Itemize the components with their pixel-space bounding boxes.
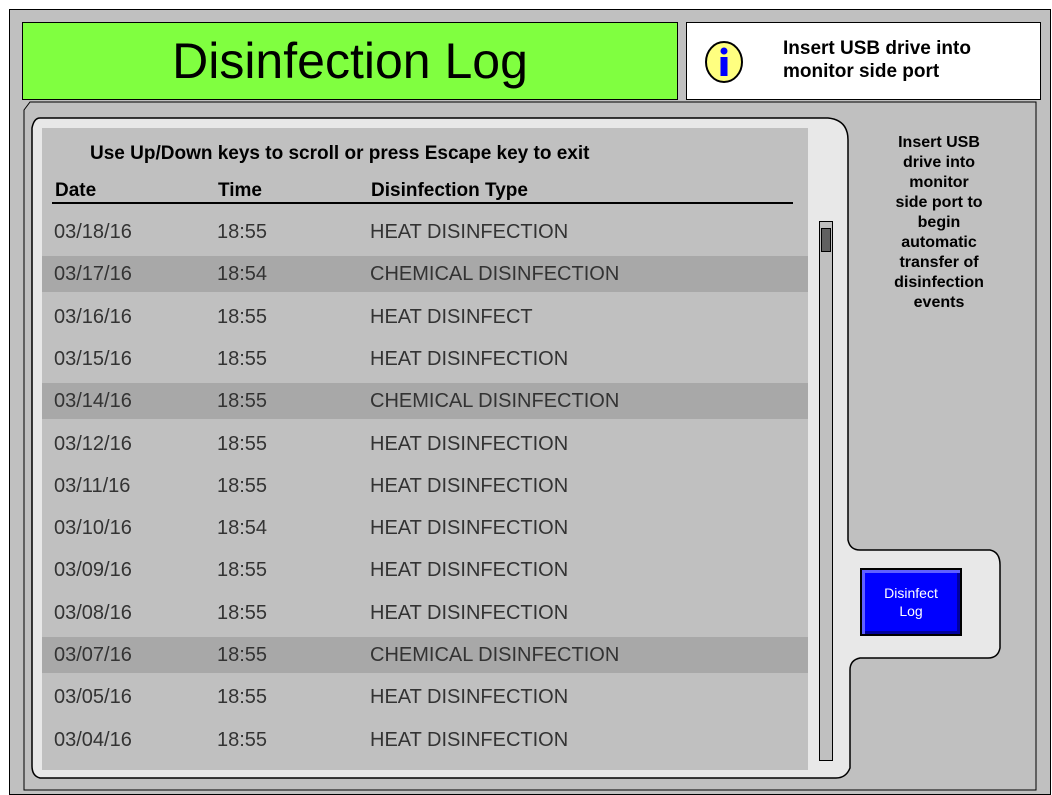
column-header-type: Disinfection Type <box>371 180 528 201</box>
log-time: 18:54 <box>217 517 268 540</box>
side-text-line: disinfection <box>894 274 984 291</box>
log-row: 03/11/16 18:55 HEAT DISINFECTION <box>42 468 808 504</box>
log-type: CHEMICAL DISINFECTION <box>370 390 620 413</box>
log-time: 18:54 <box>217 263 268 286</box>
log-date: 03/08/16 <box>54 601 132 624</box>
log-date: 03/07/16 <box>54 644 132 666</box>
log-type: HEAT DISINFECTION <box>370 517 569 540</box>
side-text-line: drive into <box>902 154 975 171</box>
side-text-line: begin <box>917 214 961 231</box>
log-type: HEAT DISINFECTION <box>370 686 569 709</box>
log-date: 03/04/16 <box>54 728 132 751</box>
log-type: HEAT DISINFECTION <box>370 432 569 455</box>
log-type: HEAT DISINFECTION <box>370 728 569 751</box>
log-type: CHEMICAL DISINFECTION <box>370 263 620 286</box>
log-time: 18:55 <box>217 221 268 243</box>
log-time: 18:55 <box>217 601 268 624</box>
log-date: 03/10/16 <box>54 517 132 540</box>
log-row: 03/10/16 18:54 HEAT DISINFECTION <box>42 510 808 546</box>
log-type: HEAT DISINFECTION <box>370 221 569 243</box>
log-row: 03/15/16 18:55 HEAT DISINFECTION <box>42 341 808 377</box>
log-date: 03/14/16 <box>54 390 132 413</box>
usb-transfer-instructions: Insert USB drive into monitor side port to b… <box>868 133 1010 313</box>
log-row: 03/17/16 18:54 CHEMICAL DISINFECTION <box>42 256 808 293</box>
disinfection-log-list[interactable]: Use Up/Down keys to scroll or press Esca… <box>42 128 808 770</box>
log-type: HEAT DISINFECTION <box>370 347 569 370</box>
instructions-text: Use Up/Down keys to scroll or press Esca… <box>90 143 590 164</box>
log-time: 18:55 <box>217 432 268 455</box>
scrollbar-track[interactable] <box>819 221 833 761</box>
log-type: CHEMICAL DISINFECTION <box>370 644 620 666</box>
log-row: 03/05/16 18:55 HEAT DISINFECTION <box>42 679 808 715</box>
log-row: 03/16/16 18:55 HEAT DISINFECT <box>42 299 808 335</box>
log-time: 18:55 <box>217 728 268 751</box>
log-type: HEAT DISINFECTION <box>370 474 569 497</box>
log-time: 18:55 <box>217 474 268 497</box>
log-row: 03/12/16 18:55 HEAT DISINFECTION <box>42 426 808 462</box>
log-time: 18:55 <box>217 305 268 328</box>
disinfect-log-button-label: Log <box>899 603 923 619</box>
log-date: 03/15/16 <box>54 347 132 370</box>
log-type: HEAT DISINFECTION <box>370 601 569 624</box>
log-date: 03/09/16 <box>54 559 132 582</box>
log-row: 03/07/16 18:55 CHEMICAL DISINFECTION <box>42 637 808 673</box>
log-row: 03/04/16 18:55 HEAT DISINFECTION <box>42 722 808 758</box>
scrollbar-thumb[interactable] <box>821 228 831 252</box>
column-header-time: Time <box>218 180 263 201</box>
log-time: 18:55 <box>217 390 268 413</box>
disinfect-log-button-label: Disinfect <box>884 585 938 601</box>
log-time: 18:55 <box>217 559 268 582</box>
log-type: HEAT DISINFECTION <box>370 559 569 582</box>
side-text-line: side port to <box>895 194 983 211</box>
log-date: 03/16/16 <box>54 305 132 328</box>
log-row: 03/08/16 18:55 HEAT DISINFECTION <box>42 595 808 631</box>
disinfect-log-button[interactable]: Disinfect Log <box>860 568 962 636</box>
log-date: 03/17/16 <box>54 263 132 286</box>
log-time: 18:55 <box>217 686 268 709</box>
column-header-date: Date <box>55 180 97 201</box>
side-text-line: automatic <box>901 234 977 251</box>
log-row: 03/18/16 18:55 HEAT DISINFECTION <box>42 214 808 250</box>
log-row: 03/09/16 18:55 HEAT DISINFECTION <box>42 552 808 588</box>
side-text-line: events <box>913 294 965 311</box>
log-type: HEAT DISINFECT <box>370 305 533 328</box>
header-divider <box>52 202 793 204</box>
log-time: 18:55 <box>217 644 268 666</box>
log-date: 03/18/16 <box>54 221 132 243</box>
log-date: 03/11/16 <box>54 474 131 497</box>
log-time: 18:55 <box>217 347 268 370</box>
log-date: 03/05/16 <box>54 686 132 709</box>
log-date: 03/12/16 <box>54 432 132 455</box>
side-text-line: transfer of <box>899 254 979 271</box>
side-text-line: Insert USB <box>898 134 980 151</box>
log-row: 03/14/16 18:55 CHEMICAL DISINFECTION <box>42 383 808 420</box>
side-text-line: monitor <box>909 174 969 191</box>
